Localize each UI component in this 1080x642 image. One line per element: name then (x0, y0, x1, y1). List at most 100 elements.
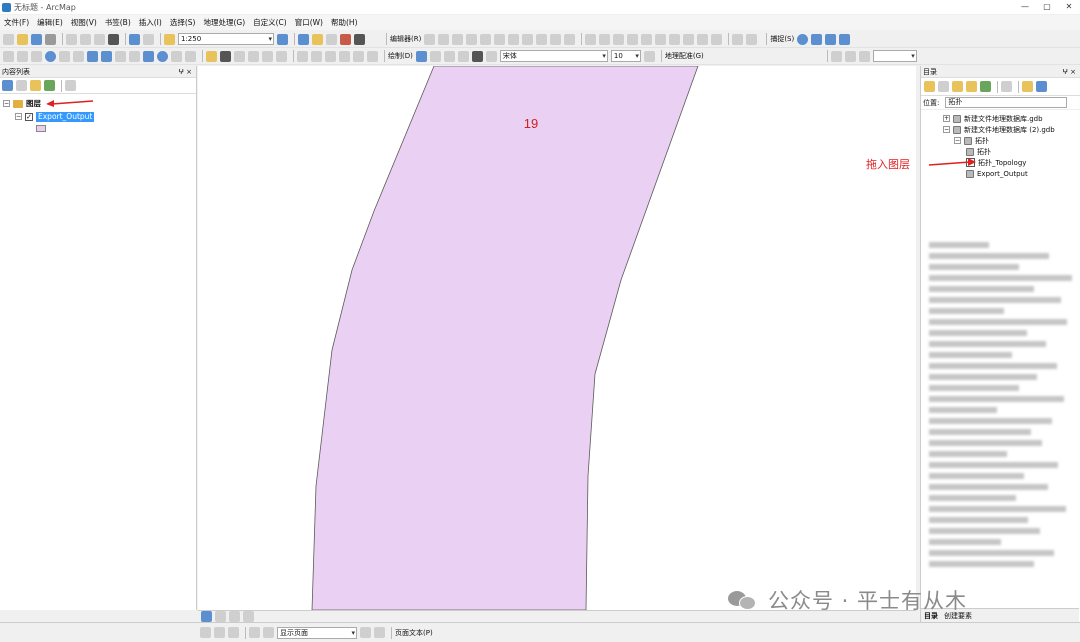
menu-geoprocessing[interactable]: 地理处理(G) (203, 17, 245, 28)
vertex-snapping-icon[interactable] (825, 33, 837, 45)
location-field[interactable]: 拓扑 (945, 97, 1068, 108)
straight-segment-icon[interactable] (452, 33, 464, 45)
topology-rules-icon[interactable] (669, 33, 681, 45)
select-pointer-icon[interactable] (415, 50, 427, 62)
reshape-icon[interactable] (480, 33, 492, 45)
topology-inspector-icon[interactable] (683, 33, 695, 45)
first-page-icon[interactable] (249, 627, 260, 638)
page-text-menu[interactable]: 页面文本(P) (395, 628, 433, 638)
next-page-icon[interactable] (360, 627, 371, 638)
html-popup-icon[interactable] (185, 50, 196, 62)
create-viewer-icon[interactable] (276, 50, 287, 62)
layout-pan-icon[interactable] (325, 50, 336, 62)
menu-insert[interactable]: 插入(I) (139, 17, 162, 28)
minimize-button[interactable]: — (1014, 0, 1036, 14)
folder-options-icon[interactable] (1022, 81, 1033, 92)
topology-validate-icon[interactable] (627, 33, 639, 45)
text-style-icon[interactable] (485, 50, 497, 62)
layout-extra-icon[interactable] (367, 50, 378, 62)
topology-errors-icon[interactable] (655, 33, 667, 45)
data-view-icon[interactable] (201, 611, 212, 622)
cut-icon[interactable] (66, 33, 77, 45)
split-icon[interactable] (508, 33, 520, 45)
list-by-source-icon[interactable] (16, 80, 27, 91)
measure-icon[interactable] (206, 50, 217, 62)
point-snapping-icon[interactable] (797, 33, 809, 45)
expand-icon[interactable]: + (943, 115, 950, 122)
create-features-icon[interactable] (564, 33, 576, 45)
zoom-in-icon[interactable] (3, 50, 14, 62)
prev-page-icon[interactable] (263, 627, 274, 638)
cut-polygons-icon[interactable] (494, 33, 506, 45)
layout-actual-size-icon[interactable] (353, 50, 364, 62)
list-by-drawing-order-icon[interactable] (2, 80, 13, 91)
collapse-icon[interactable]: − (943, 126, 950, 133)
edge-snapping-icon[interactable] (839, 33, 851, 45)
hyperlink-icon[interactable] (171, 50, 182, 62)
sketch-properties-icon[interactable] (550, 33, 562, 45)
collapse-icon[interactable]: − (3, 100, 10, 107)
georef-link-icon[interactable] (844, 50, 856, 62)
toggle-contents-icon[interactable] (1036, 81, 1047, 92)
topology-fix-icon[interactable] (641, 33, 653, 45)
map-canvas[interactable]: 19 (198, 66, 916, 610)
georef-layer-combo[interactable] (872, 50, 917, 62)
views-icon[interactable] (1001, 81, 1012, 92)
catalog-pin-close[interactable]: ⵖ × (1063, 66, 1076, 78)
catalog-item-label[interactable]: 新建文件地理数据库.gdb (964, 114, 1043, 124)
find-route-icon[interactable] (234, 50, 245, 62)
forward-extent-icon[interactable] (101, 50, 112, 62)
menu-view[interactable]: 视图(V) (71, 17, 97, 28)
layout-zoom-out-icon[interactable] (311, 50, 322, 62)
catalog-window-icon[interactable] (312, 33, 323, 45)
list-by-visibility-icon[interactable] (30, 80, 41, 91)
text-icon[interactable] (471, 50, 483, 62)
page-tool-2-icon[interactable] (214, 627, 225, 638)
fixed-zoom-out-icon[interactable] (73, 50, 84, 62)
redo-icon[interactable] (143, 33, 154, 45)
arctoolbox-icon[interactable] (340, 33, 351, 45)
bold-icon[interactable] (643, 50, 655, 62)
toc-window-icon[interactable] (298, 33, 309, 45)
menu-selection[interactable]: 选择(S) (170, 17, 196, 28)
topology-tool-icon[interactable] (585, 33, 597, 45)
editor-menu[interactable]: 编辑器(R) (390, 34, 421, 44)
menu-customize[interactable]: 自定义(C) (253, 17, 287, 28)
rotate-icon[interactable] (522, 33, 534, 45)
menu-windows[interactable]: 窗口(W) (295, 17, 323, 28)
topology-shared-icon[interactable] (613, 33, 625, 45)
toc-options-icon[interactable] (65, 80, 76, 91)
paste-icon[interactable] (94, 33, 105, 45)
pan-icon[interactable] (31, 50, 42, 62)
copy-icon[interactable] (80, 33, 91, 45)
draw-menu[interactable]: 绘制(D) (388, 51, 413, 61)
select-features-icon[interactable] (115, 50, 126, 62)
catalog-item-label[interactable]: 拓扑_Topology (978, 158, 1026, 168)
collapse-icon[interactable]: − (954, 137, 961, 144)
cogo-line-icon[interactable] (746, 33, 758, 45)
map-scale-combo[interactable]: 1:250 (178, 33, 274, 45)
go-to-xy-icon[interactable] (248, 50, 259, 62)
layers-group-label[interactable]: 图层 (26, 98, 41, 109)
layer-name[interactable]: Export_Output (36, 111, 95, 122)
search-window-icon[interactable] (326, 33, 337, 45)
catalog-item-gdb-1[interactable]: + 新建文件地理数据库.gdb (943, 113, 1043, 124)
toc-pin-close[interactable]: ⵖ × (179, 66, 192, 78)
menu-help[interactable]: 帮助(H) (331, 17, 358, 28)
home-icon[interactable] (966, 81, 977, 92)
last-page-icon[interactable] (374, 627, 385, 638)
layout-zoom-icon[interactable] (297, 50, 308, 62)
forward-icon[interactable] (938, 81, 949, 92)
attributes-icon[interactable] (536, 33, 548, 45)
layout-whole-page-icon[interactable] (339, 50, 350, 62)
maximize-button[interactable]: ▢ (1036, 0, 1058, 14)
feature-polygon[interactable] (311, 66, 699, 610)
fixed-zoom-in-icon[interactable] (59, 50, 70, 62)
find-icon[interactable] (220, 50, 231, 62)
edit-annotation-icon[interactable] (438, 33, 450, 45)
map-display[interactable]: 19 (198, 66, 916, 610)
pause-drawing-icon[interactable] (243, 611, 254, 622)
catalog-item-gdb-2[interactable]: − 新建文件地理数据库 (2).gdb (943, 124, 1055, 135)
layer-symbol-row[interactable] (36, 123, 46, 134)
page-combo[interactable]: 显示页面 (277, 626, 357, 639)
